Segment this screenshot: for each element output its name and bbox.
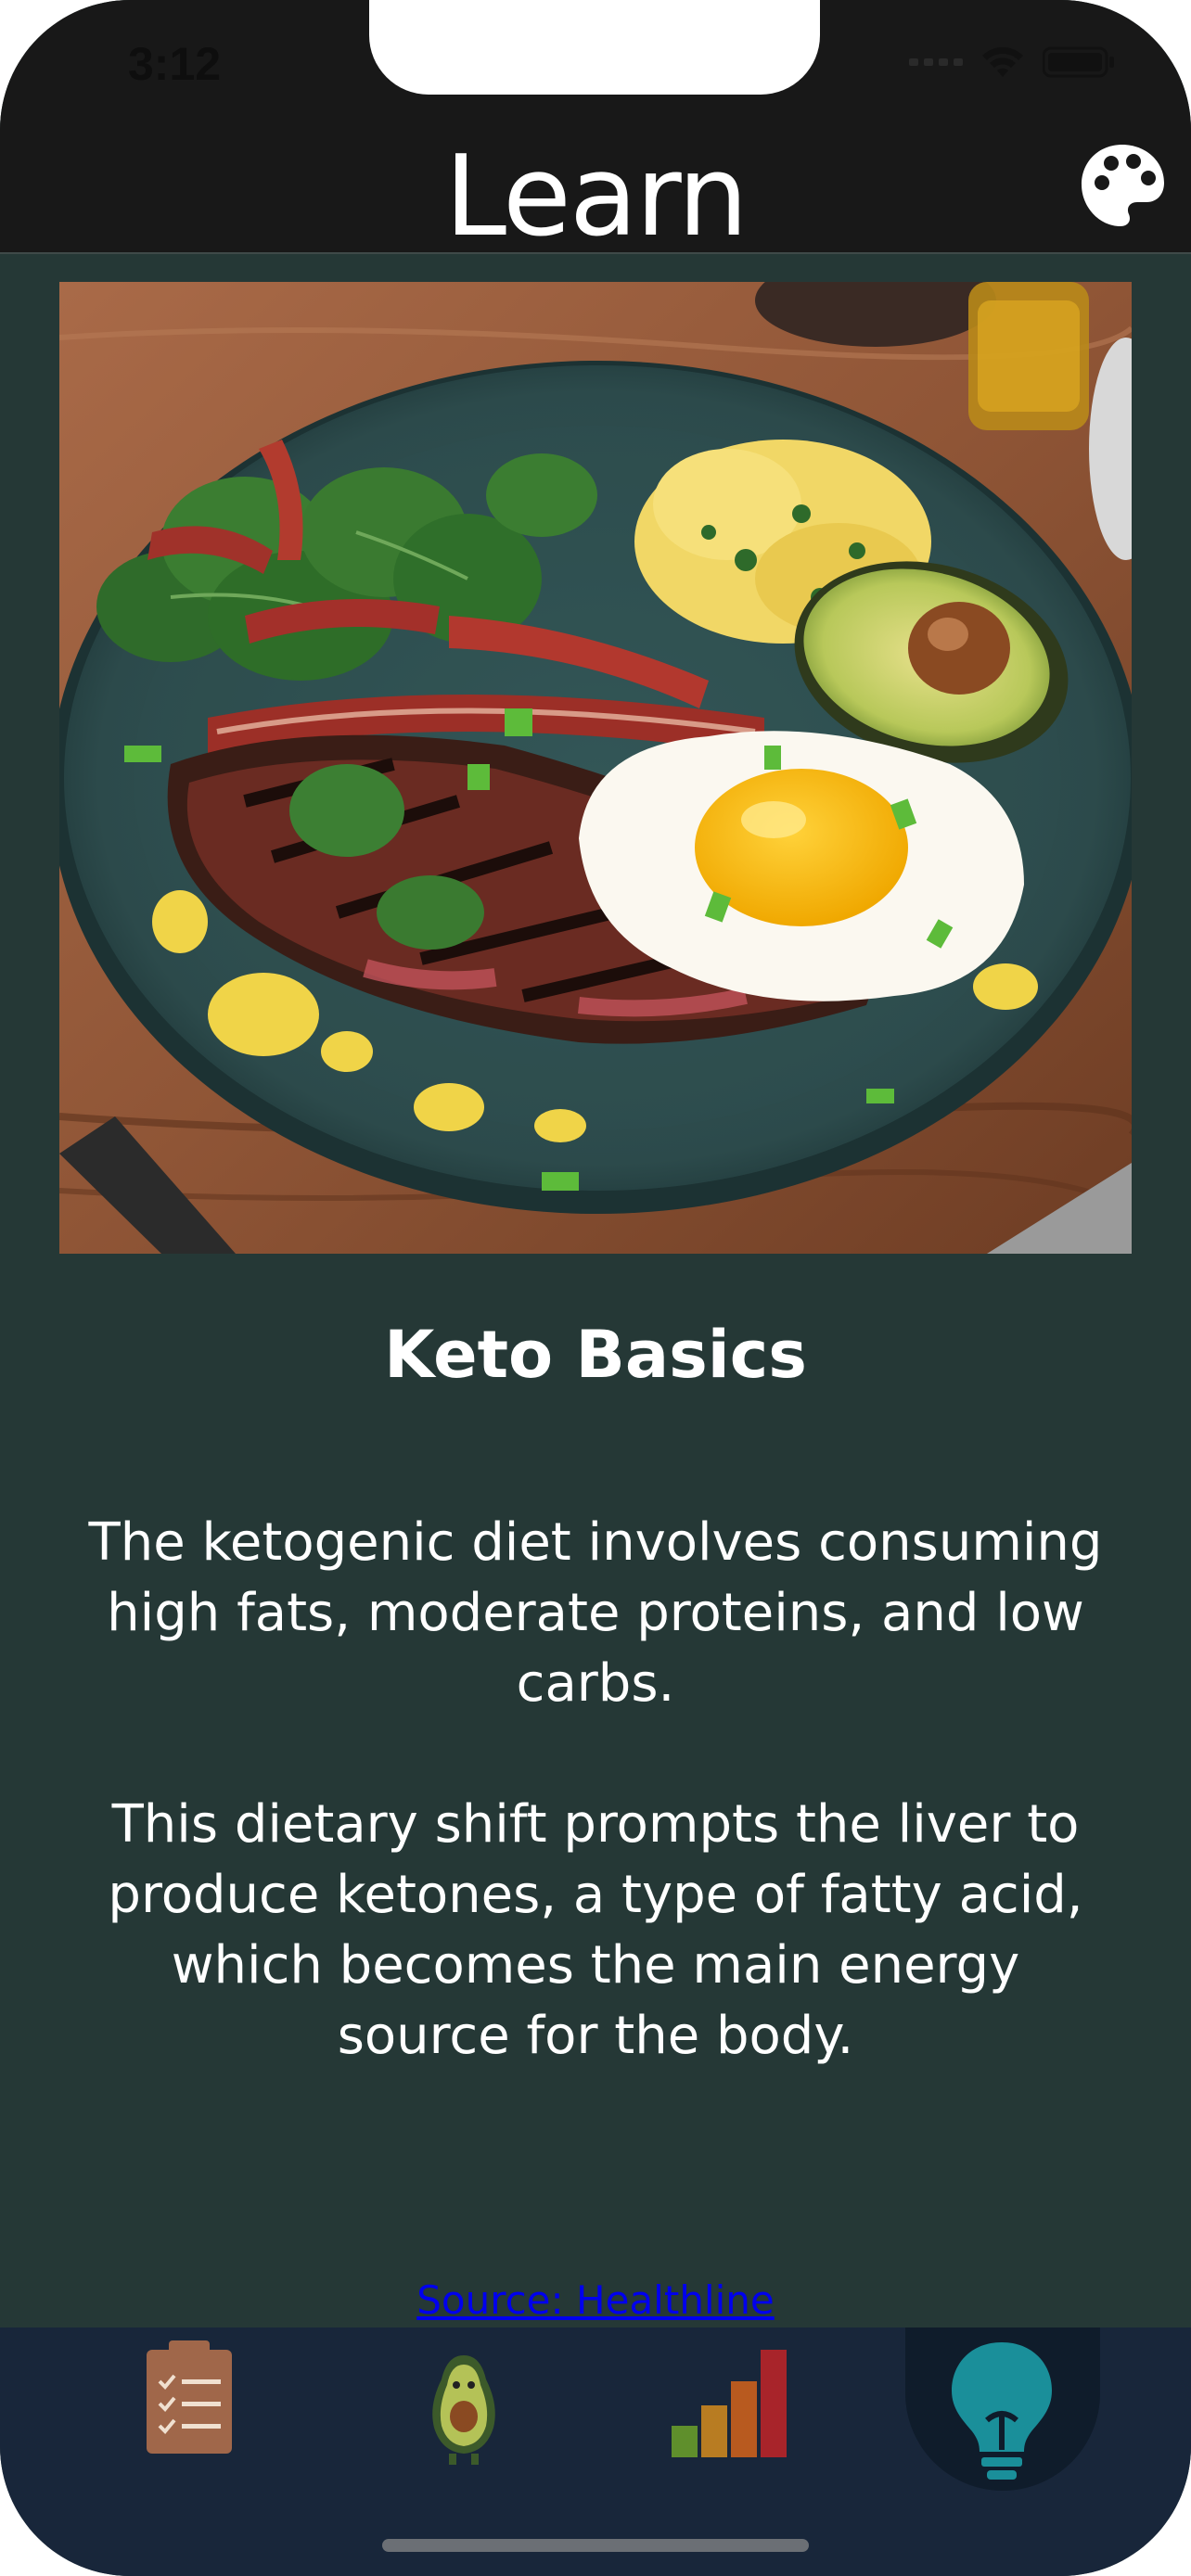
bar-chart-icon <box>672 2350 787 2457</box>
app-screen: 3:12 Learn Keto Basics The ketogenic die… <box>0 0 1191 2576</box>
keto-meal-image <box>59 282 1132 1254</box>
avocado-icon <box>432 2355 495 2465</box>
article-title: Keto Basics <box>384 1317 807 1393</box>
status-time: 3:12 <box>128 38 222 90</box>
tab-foods[interactable] <box>371 2327 557 2485</box>
theme-palette-button[interactable] <box>1076 139 1169 232</box>
device-notch <box>369 0 820 95</box>
palette-icon <box>1082 145 1164 226</box>
article-paragraph: This dietary shift prompts the liver to … <box>108 1794 1083 2066</box>
tab-progress[interactable] <box>640 2327 826 2485</box>
home-indicator[interactable] <box>382 2539 809 2552</box>
tab-meal-plan[interactable] <box>96 2327 282 2485</box>
page-title: Learn <box>444 133 748 261</box>
battery-icon <box>1043 46 1114 78</box>
clipboard-checklist-icon <box>147 2340 232 2454</box>
article-paragraph: The ketogenic diet involves consuming hi… <box>88 1512 1103 1714</box>
tab-learn[interactable] <box>909 2327 1095 2485</box>
cellular-signal-icon <box>909 58 963 66</box>
article-body: The ketogenic diet involves consuming hi… <box>83 1508 1108 2072</box>
lightbulb-icon <box>952 2342 1052 2480</box>
status-indicators <box>909 45 1117 80</box>
header-bar: 3:12 Learn <box>0 0 1191 258</box>
wifi-icon <box>982 46 1023 77</box>
source-link[interactable]: Source: Healthline <box>0 2277 1191 2323</box>
